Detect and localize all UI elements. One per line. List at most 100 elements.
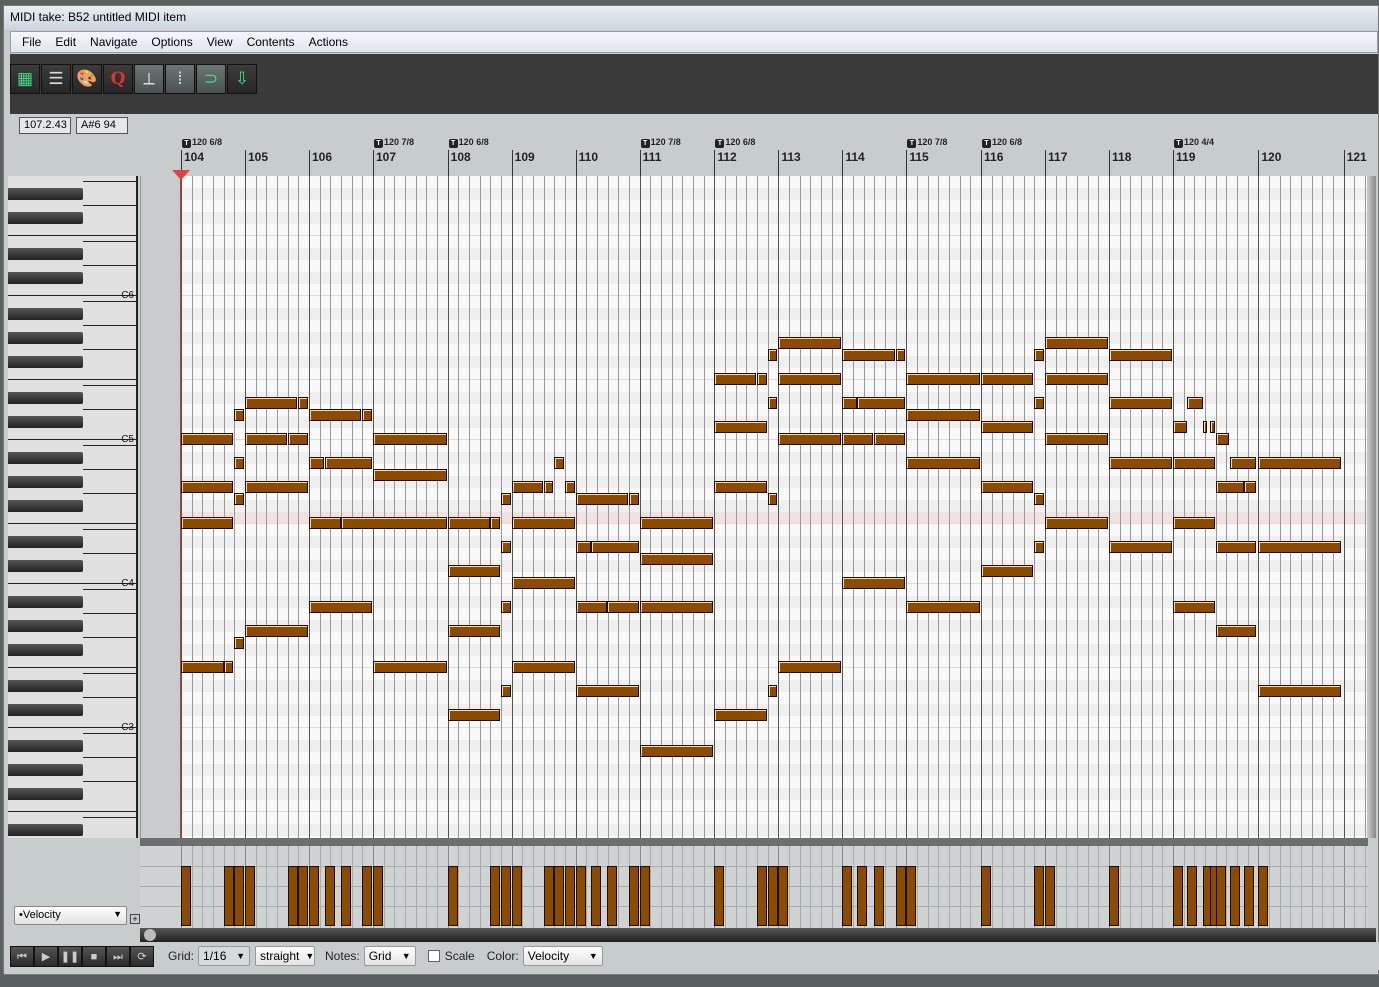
black-key[interactable] [8, 416, 83, 428]
midi-note[interactable] [511, 481, 543, 493]
tempo-marker[interactable]: T 120 6/8 [182, 137, 222, 148]
midi-note[interactable] [606, 601, 639, 613]
midi-note[interactable] [575, 601, 607, 613]
tempo-marker[interactable]: T 120 4/4 [1174, 137, 1214, 148]
midi-note[interactable] [1186, 397, 1203, 409]
midi-note[interactable] [1258, 685, 1342, 697]
midi-note[interactable] [373, 469, 447, 481]
black-key[interactable] [8, 824, 83, 836]
midi-note[interactable] [895, 349, 906, 361]
velocity-bar[interactable] [575, 866, 586, 926]
velocity-bar[interactable] [1258, 866, 1269, 926]
midi-note[interactable] [590, 541, 639, 553]
midi-note[interactable] [981, 481, 1034, 493]
add-lane-button[interactable]: + [130, 914, 140, 924]
velocity-bar[interactable] [298, 866, 309, 926]
midi-note[interactable] [1229, 457, 1257, 469]
midi-note[interactable] [1215, 625, 1257, 637]
snap-magnet-button[interactable]: ⊃ [196, 64, 226, 94]
midi-note[interactable] [447, 517, 491, 529]
velocity-bar[interactable] [543, 866, 554, 926]
midi-note[interactable] [223, 661, 234, 673]
menu-file[interactable]: File [15, 35, 48, 49]
velocity-bar[interactable] [714, 866, 725, 926]
midi-note[interactable] [234, 637, 244, 649]
midi-note[interactable] [511, 577, 575, 589]
velocity-bar[interactable] [778, 866, 789, 926]
midi-note[interactable] [245, 625, 308, 637]
velocity-bar[interactable] [767, 866, 778, 926]
midi-note[interactable] [543, 481, 554, 493]
color-select[interactable]: Velocity ▼ [522, 946, 603, 966]
midi-note[interactable] [842, 349, 895, 361]
black-key[interactable] [8, 272, 83, 284]
midi-note[interactable] [629, 493, 639, 505]
midi-note[interactable] [1034, 397, 1044, 409]
midi-note[interactable] [181, 661, 224, 673]
velocity-bar[interactable] [501, 866, 511, 926]
midi-note[interactable] [1173, 601, 1215, 613]
play-button[interactable]: ▶ [34, 945, 58, 967]
velocity-bar[interactable] [1109, 866, 1120, 926]
midi-note[interactable] [181, 433, 234, 445]
midi-note[interactable] [1210, 421, 1215, 433]
lane-type-select[interactable]: •Velocity ▼ [14, 906, 127, 925]
midi-note[interactable] [639, 553, 714, 565]
midi-note[interactable] [575, 685, 639, 697]
black-key[interactable] [8, 788, 83, 800]
midi-note[interactable] [778, 337, 842, 349]
midi-note[interactable] [309, 601, 372, 613]
go-start-button[interactable]: ⏮ [10, 945, 34, 967]
grid-type-select[interactable]: straight ▼ [255, 946, 316, 966]
piano-keyboard[interactable]: C6 C5 C4 C3 [8, 176, 138, 838]
black-key[interactable] [8, 500, 83, 512]
velocity-bar[interactable] [1244, 866, 1255, 926]
velocity-bar[interactable] [874, 866, 885, 926]
black-key[interactable] [8, 704, 83, 716]
midi-note[interactable] [447, 565, 500, 577]
midi-note[interactable] [1045, 373, 1108, 385]
midi-note[interactable] [287, 433, 308, 445]
velocity-bar[interactable] [639, 866, 650, 926]
black-key[interactable] [8, 308, 83, 320]
playhead-marker[interactable] [172, 170, 190, 180]
midi-note[interactable] [309, 409, 362, 421]
midi-note[interactable] [906, 373, 980, 385]
midi-note[interactable] [181, 517, 234, 529]
black-key[interactable] [8, 452, 83, 464]
velocity-bar[interactable] [1173, 866, 1184, 926]
midi-note[interactable] [1244, 481, 1257, 493]
midi-note[interactable] [511, 517, 575, 529]
velocity-bar[interactable] [857, 866, 868, 926]
midi-note[interactable] [501, 685, 511, 697]
velocity-bar[interactable] [287, 866, 298, 926]
midi-note[interactable] [1045, 337, 1108, 349]
midi-note[interactable] [181, 481, 234, 493]
midi-note[interactable] [906, 601, 980, 613]
midi-note[interactable] [639, 601, 714, 613]
midi-note[interactable] [767, 685, 778, 697]
stop-button[interactable]: ■ [82, 945, 106, 967]
midi-note[interactable] [842, 397, 858, 409]
midi-note[interactable] [981, 421, 1034, 433]
midi-note[interactable] [714, 709, 767, 721]
velocity-bar[interactable] [981, 866, 992, 926]
menu-edit[interactable]: Edit [48, 35, 83, 49]
black-key[interactable] [8, 620, 83, 632]
midi-note[interactable] [309, 517, 341, 529]
black-key[interactable] [8, 356, 83, 368]
midi-note[interactable] [501, 541, 511, 553]
velocity-bar[interactable] [1215, 866, 1226, 926]
midi-note[interactable] [778, 373, 842, 385]
menu-contents[interactable]: Contents [240, 35, 302, 49]
midi-note[interactable] [490, 517, 500, 529]
midi-note[interactable] [874, 433, 906, 445]
midi-note[interactable] [906, 457, 980, 469]
black-key[interactable] [8, 476, 83, 488]
black-key[interactable] [8, 188, 83, 200]
loop-button[interactable]: ⟳ [130, 945, 154, 967]
pause-button[interactable]: ❚❚ [58, 945, 82, 967]
midi-note[interactable] [501, 493, 511, 505]
velocity-bar[interactable] [181, 866, 191, 926]
midi-note[interactable] [778, 661, 842, 673]
